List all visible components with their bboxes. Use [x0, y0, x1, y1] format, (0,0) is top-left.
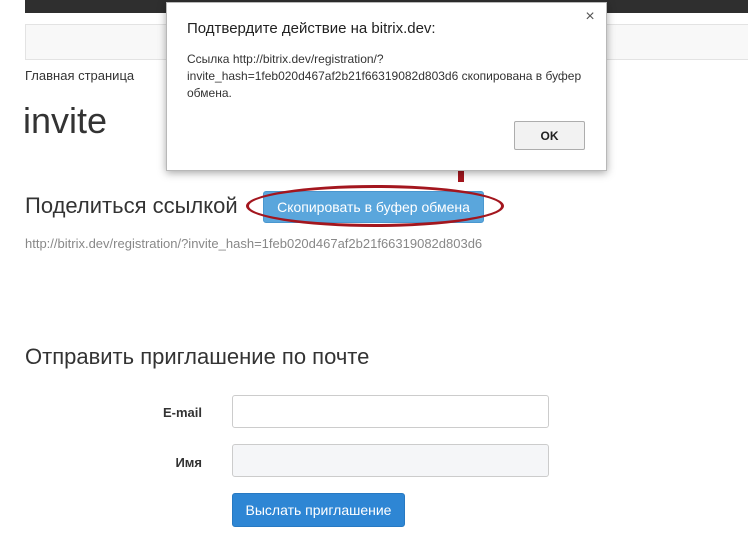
dialog-message: Ссылка http://bitrix.dev/registration/?i…	[187, 52, 582, 100]
invite-link-text: http://bitrix.dev/registration/?invite_h…	[25, 236, 483, 251]
dialog-title: Подтвердите действие на bitrix.dev:	[187, 20, 436, 37]
confirm-dialog: Подтвердите действие на bitrix.dev: × Сс…	[166, 2, 607, 171]
breadcrumb-home-link[interactable]: Главная страница	[25, 68, 134, 83]
close-icon[interactable]: ×	[582, 9, 598, 25]
page-title: invite	[23, 100, 108, 141]
name-label: Имя	[175, 455, 202, 470]
email-invite-heading: Отправить приглашение по почте	[25, 344, 370, 369]
copy-to-clipboard-button[interactable]: Скопировать в буфер обмена	[263, 191, 484, 223]
email-label: E-mail	[162, 405, 202, 420]
send-invitation-button[interactable]: Выслать приглашение	[232, 493, 405, 527]
share-link-heading: Поделиться ссылкой	[25, 193, 238, 218]
email-input[interactable]	[232, 395, 549, 428]
name-input[interactable]	[232, 444, 549, 477]
dialog-ok-button[interactable]: OK	[514, 121, 585, 150]
